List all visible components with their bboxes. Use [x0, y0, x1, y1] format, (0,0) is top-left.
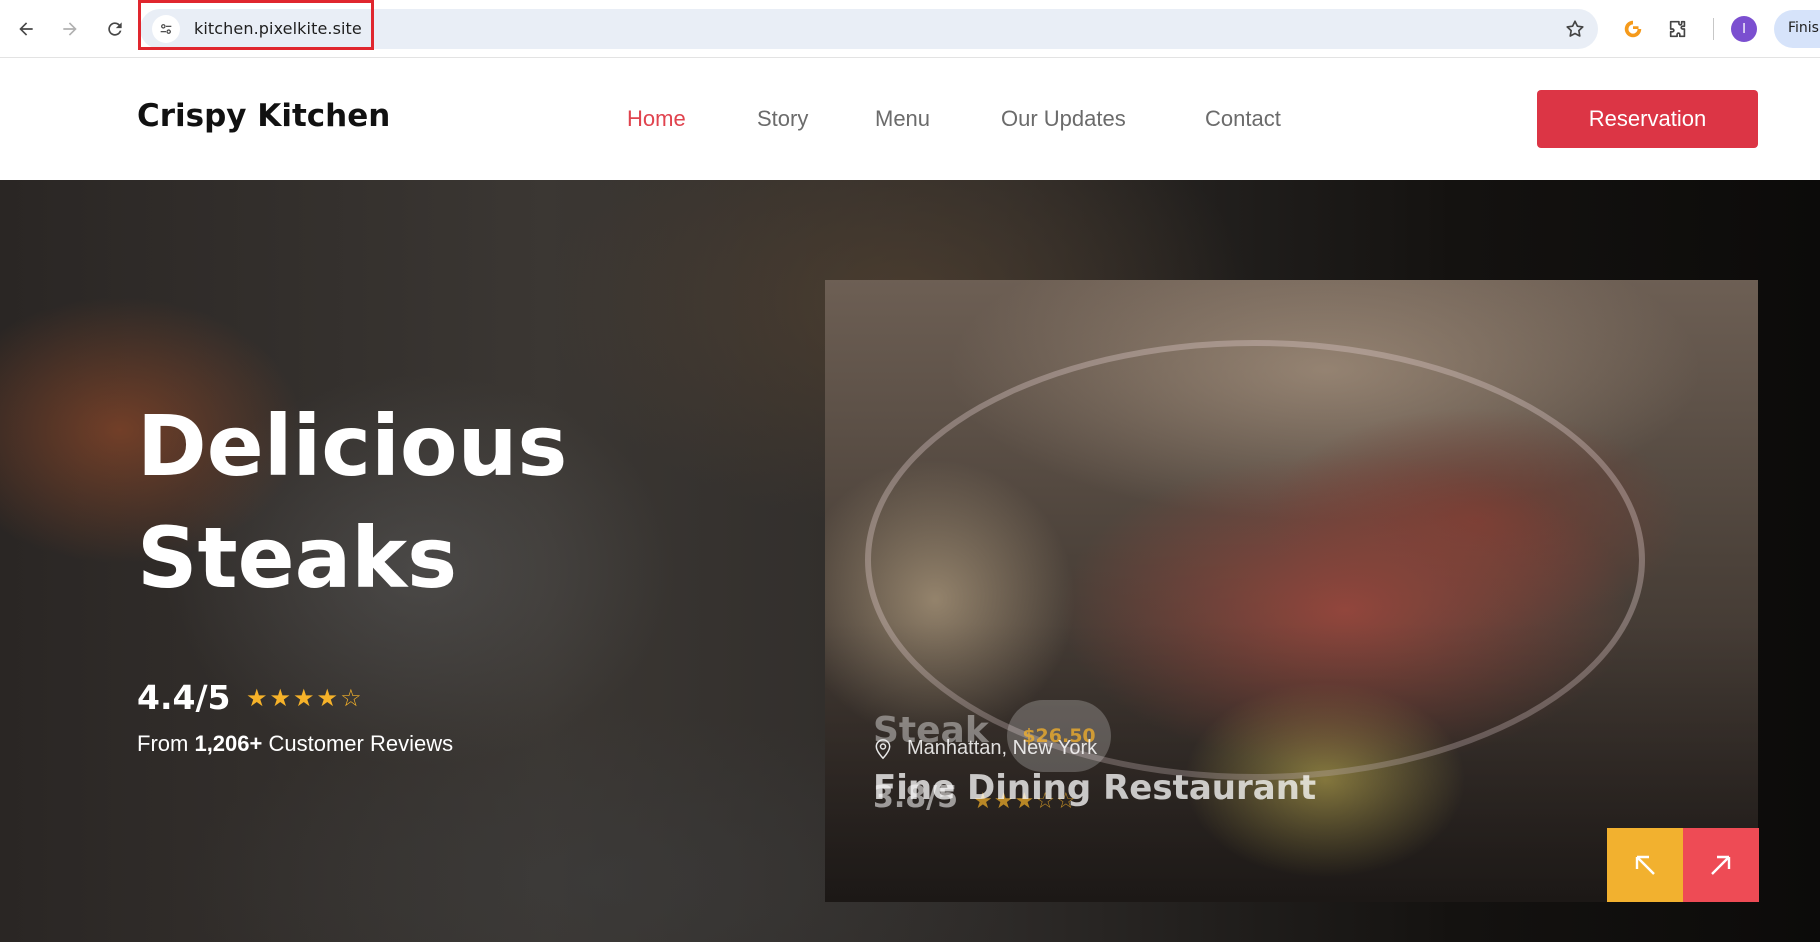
forward-button[interactable]	[55, 14, 85, 44]
address-bar[interactable]: kitchen.pixelkite.site	[140, 9, 1598, 49]
browser-toolbar: kitchen.pixelkite.site I Finish	[0, 0, 1820, 58]
arrow-up-right-icon	[1711, 855, 1731, 875]
card-title: Fine Dining Restaurant	[873, 768, 1317, 808]
star-filled-icon: ★	[269, 684, 292, 712]
site-info-button[interactable]	[152, 15, 180, 43]
hero-section: Delicious Steaks 4.4/5 ★ ★ ★ ★ ☆ From 1,206+…	[0, 180, 1820, 942]
avatar: I	[1731, 16, 1757, 42]
site-header: Crispy Kitchen Home Story Menu Our Updat…	[0, 59, 1820, 180]
reviews-suffix: Customer Reviews	[262, 731, 454, 756]
arrow-up-left-icon	[1635, 855, 1655, 875]
nav-menu[interactable]: Menu	[875, 106, 930, 132]
card-location: Manhattan, New York	[873, 737, 1097, 760]
profile-button[interactable]: I	[1729, 14, 1759, 44]
carousel-prev-button[interactable]	[1607, 828, 1683, 902]
nav-story[interactable]: Story	[757, 106, 808, 132]
finish-button[interactable]: Finish	[1774, 10, 1820, 48]
star-filled-icon: ★	[293, 684, 315, 712]
star-filled-icon: ★	[246, 684, 268, 712]
nav-home[interactable]: Home	[627, 106, 686, 132]
hero-rating: 4.4/5	[137, 678, 231, 717]
feature-card: Steak $26.50 Manhattan, New York 3.8/5 ★…	[825, 280, 1758, 902]
url-text[interactable]: kitchen.pixelkite.site	[194, 19, 362, 38]
puzzle-icon	[1669, 20, 1686, 38]
extensions-menu-button[interactable]	[1663, 14, 1693, 44]
star-filled-icon: ★	[316, 684, 339, 712]
arrow-left-icon	[19, 22, 33, 36]
card-location-text: Manhattan, New York	[907, 737, 1098, 759]
brand-logo[interactable]: Crispy Kitchen	[137, 98, 390, 134]
card-ghost-price: $26.50	[1007, 700, 1111, 772]
extension-button[interactable]	[1618, 14, 1648, 44]
carousel-next-button[interactable]	[1683, 828, 1759, 902]
hero-title: Delicious Steaks	[137, 390, 697, 614]
star-empty-icon: ☆	[340, 684, 362, 712]
extension-logo-icon	[1624, 20, 1642, 38]
nav-contact[interactable]: Contact	[1205, 106, 1281, 132]
map-pin-icon	[875, 738, 891, 759]
toolbar-divider	[1713, 18, 1714, 40]
reservation-button[interactable]: Reservation	[1537, 90, 1758, 148]
reviews-prefix: From	[137, 731, 195, 756]
card-shade	[825, 280, 1758, 902]
hero-title-line2: Steaks	[137, 509, 458, 607]
tune-icon	[160, 24, 172, 34]
reload-icon	[108, 22, 122, 36]
arrow-right-icon	[63, 22, 77, 36]
reviews-count: 1,206+	[194, 731, 263, 756]
back-button[interactable]	[11, 14, 41, 44]
nav-our-updates[interactable]: Our Updates	[1001, 106, 1126, 132]
reload-button[interactable]	[100, 14, 130, 44]
hero-star-rating: ★ ★ ★ ★ ☆	[246, 686, 362, 710]
bookmark-star-icon[interactable]	[1564, 18, 1586, 40]
hero-reviews: From 1,206+ Customer Reviews	[137, 731, 453, 757]
hero-title-line1: Delicious	[137, 397, 568, 495]
